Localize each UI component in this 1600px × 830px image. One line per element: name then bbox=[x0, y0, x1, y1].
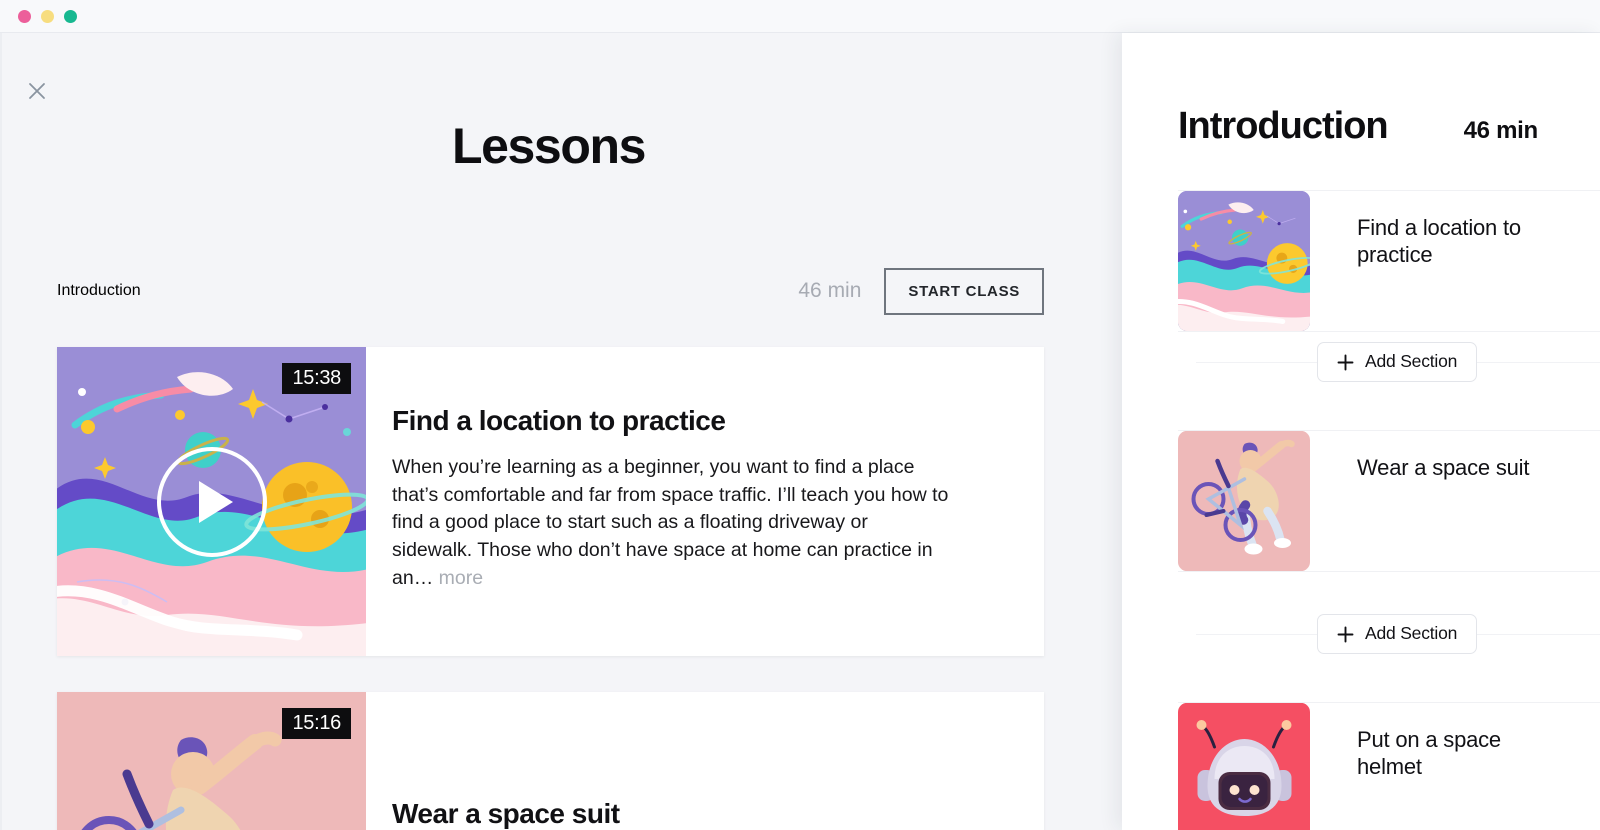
curriculum-side-panel: Introduction 46 min Find a location to p… bbox=[1122, 33, 1600, 830]
lessons-main-pane: Lessons Introduction 46 min START CLASS bbox=[0, 33, 1124, 830]
lesson-duration-badge: 15:16 bbox=[282, 708, 351, 739]
section-duration: 46 min bbox=[798, 279, 862, 302]
section-header: Introduction 46 min START CLASS bbox=[57, 265, 1044, 317]
panel-header: Introduction 46 min bbox=[1178, 105, 1600, 148]
list-item-thumbnail[interactable] bbox=[1178, 191, 1310, 331]
lesson-thumbnail[interactable]: 15:16 bbox=[57, 692, 366, 830]
add-section-label: Add Section bbox=[1365, 623, 1458, 644]
list-item-thumbnail[interactable] bbox=[1178, 431, 1310, 571]
panel-title: Introduction bbox=[1178, 105, 1389, 147]
list-item-thumbnail[interactable] bbox=[1178, 703, 1310, 830]
close-lessons-button[interactable] bbox=[24, 78, 50, 104]
lesson-card[interactable]: 15:38 Find a location to practice When y… bbox=[57, 347, 1044, 656]
lesson-card[interactable]: 15:16 Wear a space suit bbox=[57, 692, 1044, 830]
play-button[interactable] bbox=[156, 446, 267, 557]
list-item[interactable]: Find a location to practice bbox=[1178, 190, 1600, 332]
add-section-button[interactable]: Add Section bbox=[1317, 614, 1478, 654]
add-section-row: Add Section bbox=[1196, 342, 1600, 382]
app-window: Lessons Introduction 46 min START CLASS bbox=[0, 0, 1600, 830]
window-close-button[interactable] bbox=[18, 10, 31, 23]
add-section-label: Add Section bbox=[1365, 351, 1458, 372]
lesson-description: When you’re learning as a beginner, you … bbox=[392, 454, 952, 592]
add-section-row: Add Section bbox=[1196, 614, 1600, 654]
section-title: Introduction bbox=[57, 282, 141, 299]
lesson-duration-badge: 15:38 bbox=[282, 363, 351, 394]
lesson-title: Wear a space suit bbox=[392, 798, 620, 829]
add-section-button[interactable]: Add Section bbox=[1317, 342, 1478, 382]
plus-icon bbox=[1337, 354, 1354, 370]
close-icon bbox=[29, 83, 45, 99]
page-title: Lessons bbox=[451, 118, 646, 174]
window-titlebar bbox=[0, 0, 1600, 33]
list-item-label: Find a location to practice bbox=[1357, 215, 1521, 267]
list-item[interactable]: Wear a space suit bbox=[1178, 430, 1600, 572]
plus-icon bbox=[1337, 626, 1354, 642]
section-header-actions: 46 min START CLASS bbox=[798, 267, 1044, 315]
lesson-thumbnail[interactable]: 15:38 bbox=[57, 347, 366, 656]
start-class-button[interactable]: START CLASS bbox=[884, 267, 1044, 315]
list-item-label: Wear a space suit bbox=[1357, 455, 1530, 480]
robot-helmet-illustration bbox=[1181, 703, 1307, 830]
cosmic-wave-planets-illustration bbox=[1178, 191, 1310, 331]
more-link[interactable]: more bbox=[439, 567, 483, 589]
lesson-card-body: Find a location to practice When you’re … bbox=[366, 347, 1044, 656]
window-minimize-button[interactable] bbox=[41, 10, 54, 23]
lesson-title: Find a location to practice bbox=[392, 405, 726, 436]
window-controls bbox=[18, 10, 77, 23]
lesson-card-body: Wear a space suit bbox=[366, 692, 1044, 830]
list-item[interactable]: Put on a space helmet bbox=[1178, 702, 1600, 830]
play-icon bbox=[198, 480, 233, 523]
cyclist-jump-illustration bbox=[1181, 431, 1307, 571]
window-zoom-button[interactable] bbox=[64, 10, 77, 23]
panel-duration: 46 min bbox=[1463, 117, 1539, 144]
list-item-label: Put on a space helmet bbox=[1357, 727, 1501, 779]
